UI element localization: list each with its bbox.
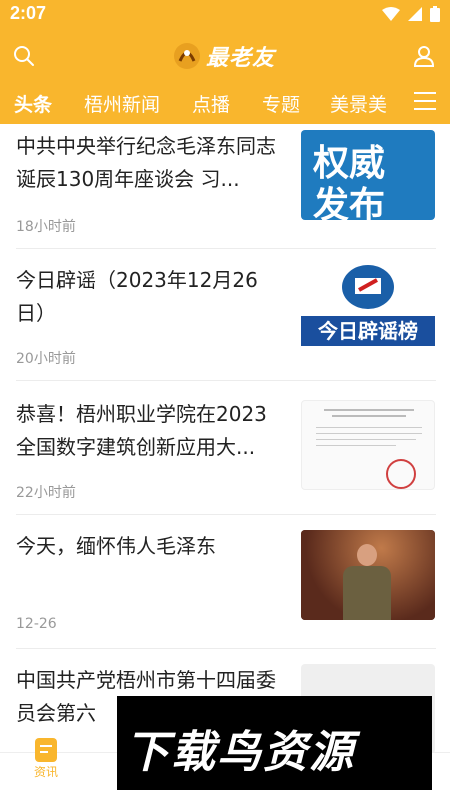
wifi-icon — [382, 7, 400, 21]
watermark-overlay: 下载鸟资源 — [117, 696, 432, 790]
watermark-text: 下载鸟资源 — [125, 727, 355, 778]
tab-on-demand[interactable]: 点播 — [192, 90, 230, 117]
news-feed: 中共中央举行纪念毛泽东同志诞辰130周年座谈会 习... 18小时前 权威 发布… — [0, 124, 450, 752]
category-tabs: 头条 梧州新闻 点播 专题 美景美 — [0, 82, 450, 124]
menu-icon[interactable] — [414, 92, 436, 112]
search-icon[interactable] — [12, 44, 36, 68]
logo-emblem-icon — [174, 43, 200, 69]
tab-topics[interactable]: 专题 — [262, 90, 300, 117]
tab-headlines[interactable]: 头条 — [14, 90, 52, 117]
app-header: 最老友 — [0, 30, 450, 82]
item-title: 中共中央举行纪念毛泽东同志诞辰130周年座谈会 习... — [16, 134, 276, 191]
item-thumbnail: 权威 发布 — [301, 130, 435, 220]
thumb-text: 发布 — [313, 185, 386, 220]
item-title: 恭喜！梧州职业学院在2023全国数字建筑创新应用大... — [16, 402, 267, 459]
logo-text: 最老友 — [206, 45, 276, 71]
status-bar: 2:07 — [0, 0, 450, 30]
tab-wuzhou-news[interactable]: 梧州新闻 — [84, 90, 160, 117]
battery-icon — [430, 6, 440, 22]
logo-badge-icon — [342, 265, 394, 309]
item-title: 今日辟谣（2023年12月26日） — [16, 268, 258, 325]
status-icons — [382, 6, 440, 22]
item-thumbnail — [301, 530, 435, 620]
divider — [16, 514, 436, 515]
nav-label-news: 资讯 — [33, 765, 58, 779]
item-thumbnail: 今日辟谣榜 — [301, 262, 435, 352]
item-time: 12-26 — [16, 616, 57, 632]
item-thumbnail — [301, 400, 435, 490]
item-title: 今天，缅怀伟人毛泽东 — [16, 534, 216, 558]
item-time: 20小时前 — [16, 351, 76, 367]
item-time: 22小时前 — [16, 485, 76, 501]
divider — [16, 248, 436, 249]
divider — [16, 380, 436, 381]
tab-scenery[interactable]: 美景美 — [330, 90, 387, 117]
status-time: 2:07 — [10, 3, 47, 23]
item-time: 18小时前 — [16, 219, 76, 235]
signal-icon — [408, 7, 422, 21]
app-logo: 最老友 — [172, 40, 275, 72]
divider — [16, 648, 436, 649]
news-icon — [35, 738, 57, 762]
nav-item-news[interactable]: 资讯 — [24, 737, 68, 780]
thumb-text: 今日辟谣榜 — [301, 316, 435, 346]
user-icon[interactable] — [412, 44, 436, 68]
